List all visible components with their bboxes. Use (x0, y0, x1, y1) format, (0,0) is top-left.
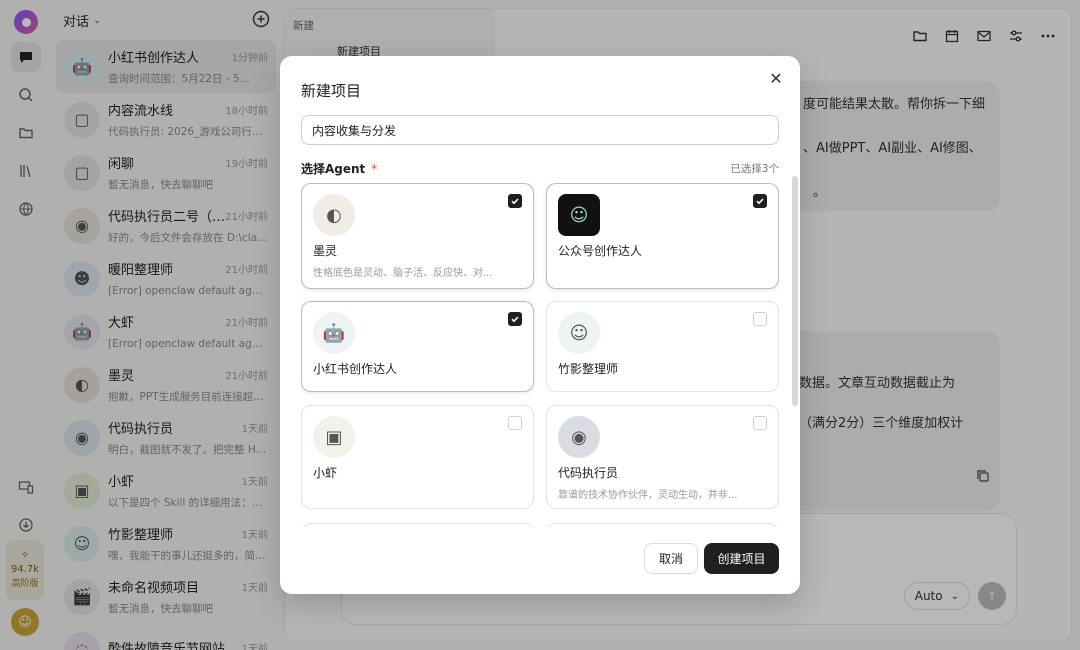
agent-avatar: ▣ (313, 416, 355, 458)
agent-card[interactable]: ☺ 竹影整理师 (546, 301, 779, 392)
agent-name: 公众号创作达人 (558, 244, 643, 258)
required-mark: * (371, 162, 378, 176)
create-project-button[interactable]: 创建项目 (704, 543, 779, 574)
agent-avatar: ◐ (313, 194, 355, 236)
agent-checkbox[interactable] (753, 312, 767, 326)
agent-avatar: ☺ (558, 312, 600, 354)
agent-checkbox[interactable] (753, 416, 767, 430)
agent-avatar: 🤖 (313, 312, 355, 354)
agent-name: 代码执行员 (558, 466, 619, 480)
agent-section-header: 选择Agent * 已选择3个 (301, 160, 779, 177)
dialog-title: 新建项目 (301, 82, 362, 100)
agent-checkbox[interactable] (753, 194, 767, 208)
agent-avatar: ☺ (558, 194, 600, 236)
agent-card[interactable] (301, 523, 534, 527)
agent-description: 性格底色是灵动、脑子活、反应快、对... (313, 268, 493, 279)
agent-name: 小红书创作达人 (313, 362, 398, 376)
agent-name: 墨灵 (313, 244, 338, 258)
agent-grid: ◐ 墨灵性格底色是灵动、脑子活、反应快、对... ☺ 公众号创作达人 🤖 小红书创作达人 ☺… (301, 183, 779, 527)
agent-avatar: ◉ (558, 416, 600, 458)
agent-checkbox[interactable] (508, 194, 522, 208)
project-name-input[interactable] (301, 115, 779, 145)
check-icon (511, 316, 519, 323)
agent-checkbox[interactable] (508, 416, 522, 430)
selected-count: 已选择3个 (730, 163, 779, 175)
close-icon[interactable]: ✕ (766, 68, 786, 88)
check-icon (756, 198, 764, 205)
agent-card[interactable]: ◐ 墨灵性格底色是灵动、脑子活、反应快、对... (301, 183, 534, 289)
agent-description: 靠谱的技术协作伙伴，灵动生动，并非... (558, 490, 738, 501)
agent-section-label: 选择Agent (301, 162, 366, 176)
agent-grid-scrollbar[interactable] (792, 176, 798, 406)
agent-card[interactable]: ☺ 公众号创作达人 (546, 183, 779, 289)
agent-checkbox[interactable] (508, 312, 522, 326)
agent-card[interactable]: 🤖 小红书创作达人 (301, 301, 534, 392)
cancel-button[interactable]: 取消 (644, 543, 698, 574)
agent-card[interactable]: ▣ 小虾 (301, 405, 534, 509)
new-project-dialog: 新建项目 ✕ 选择Agent * 已选择3个 ◐ 墨灵性格底色是灵动、脑子活、反应快… (280, 56, 800, 594)
agent-card[interactable]: ◉ 代码执行员靠谱的技术协作伙伴，灵动生动，并非... (546, 405, 779, 509)
agent-name: 竹影整理师 (558, 362, 619, 376)
agent-name: 小虾 (313, 466, 338, 480)
check-icon (511, 198, 519, 205)
agent-card[interactable] (546, 523, 779, 527)
